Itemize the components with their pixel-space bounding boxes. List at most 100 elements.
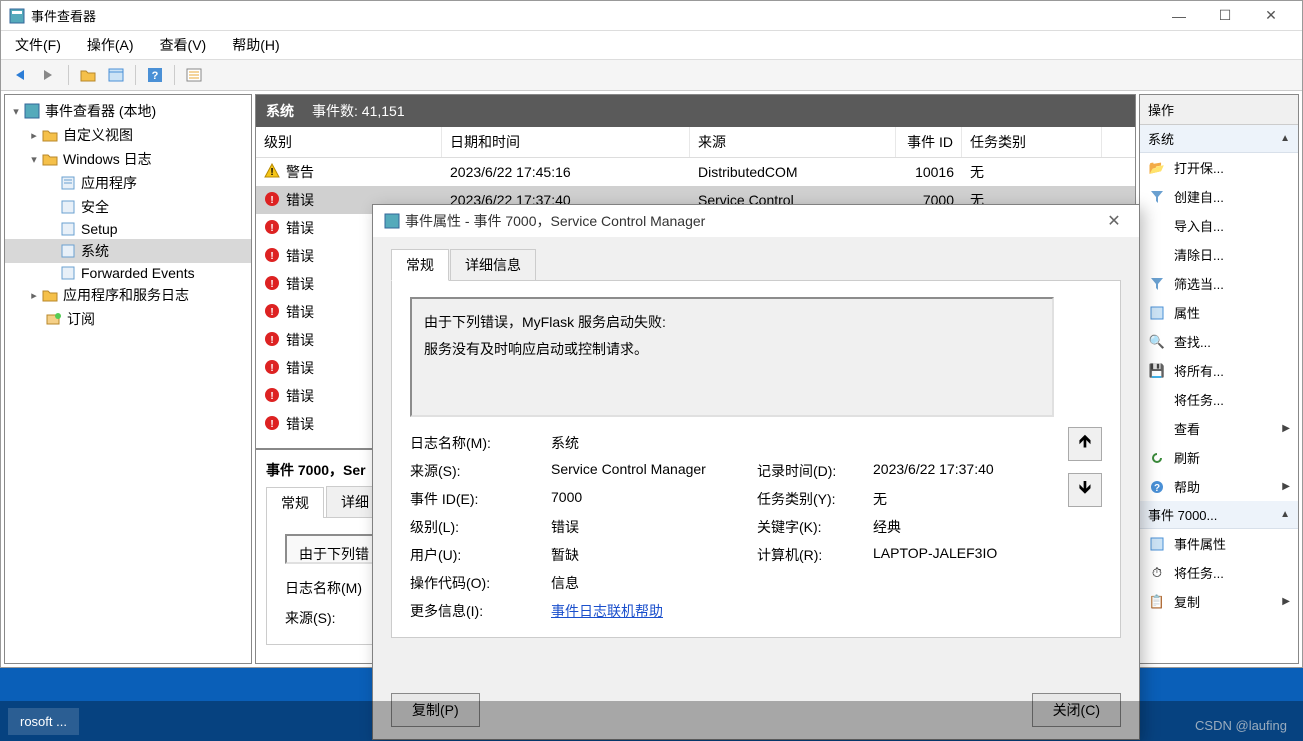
menu-view[interactable]: 查看(V) <box>154 32 213 58</box>
lbl-log: 日志名称(M) <box>285 578 362 598</box>
col-task[interactable]: 任务类别 <box>962 127 1102 157</box>
tree-label: 应用程序和服务日志 <box>63 285 189 305</box>
expand-icon[interactable]: ▸ <box>27 129 41 142</box>
action-filter[interactable]: 筛选当... <box>1140 269 1298 298</box>
watermark: CSDN @laufing <box>1195 718 1287 733</box>
action-saveall[interactable]: 💾将所有... <box>1140 356 1298 385</box>
action-view[interactable]: 查看▶ <box>1140 414 1298 443</box>
menu-action[interactable]: 操作(A) <box>81 32 140 58</box>
folder-button[interactable] <box>76 63 100 87</box>
tree-winlogs[interactable]: ▾ Windows 日志 <box>5 147 251 171</box>
lbl-logged: 记录时间(D): <box>757 461 867 481</box>
tree-root[interactable]: ▾ 事件查看器 (本地) <box>5 99 251 123</box>
help-button[interactable]: ? <box>143 63 167 87</box>
props-button[interactable] <box>104 63 128 87</box>
action-evattach[interactable]: ⏱将任务... <box>1140 558 1298 587</box>
col-level[interactable]: 级别 <box>256 127 442 157</box>
svg-text:!: ! <box>270 363 273 374</box>
tree-system[interactable]: 系统 <box>5 239 251 263</box>
action-create[interactable]: 创建自... <box>1140 182 1298 211</box>
tree-custom[interactable]: ▸ 自定义视图 <box>5 123 251 147</box>
collapse-icon: ▲ <box>1280 133 1290 144</box>
action-find[interactable]: 🔍查找... <box>1140 327 1298 356</box>
error-icon: ! <box>264 387 280 406</box>
menu-help[interactable]: 帮助(H) <box>226 32 285 58</box>
error-icon: ! <box>264 415 280 434</box>
val-keywords: 经典 <box>873 517 1054 537</box>
tree-label: 自定义视图 <box>63 125 133 145</box>
props-icon <box>1148 305 1166 321</box>
collapse-icon[interactable]: ▾ <box>27 153 41 166</box>
view-icon <box>1148 421 1166 437</box>
maximize-button[interactable]: ☐ <box>1202 2 1248 30</box>
tree-forwarded[interactable]: Forwarded Events <box>5 263 251 283</box>
toolbar: ? <box>1 59 1302 91</box>
copy-icon: 📋 <box>1148 594 1166 610</box>
action-attach[interactable]: 将任务... <box>1140 385 1298 414</box>
tree-label: 应用程序 <box>81 173 137 193</box>
collapse-icon[interactable]: ▾ <box>9 105 23 118</box>
action-open[interactable]: 📂打开保... <box>1140 153 1298 182</box>
menu-file[interactable]: 文件(F) <box>9 32 67 58</box>
grid-header: 级别 日期和时间 来源 事件 ID 任务类别 <box>256 127 1135 158</box>
error-icon: ! <box>264 331 280 350</box>
filter-icon <box>1148 276 1166 292</box>
actions-panel: 操作 系统▲ 📂打开保... 创建自... 导入自... 清除日... 筛选当.… <box>1139 94 1299 664</box>
svg-text:!: ! <box>270 419 273 430</box>
log-icon <box>59 265 77 281</box>
import-icon <box>1148 218 1166 234</box>
action-refresh[interactable]: 刷新 <box>1140 443 1298 472</box>
lbl-taskcat: 任务类别(Y): <box>757 489 867 509</box>
lbl-source: 来源(S): <box>410 461 545 481</box>
action-copy[interactable]: 📋复制▶ <box>1140 587 1298 616</box>
col-date[interactable]: 日期和时间 <box>442 127 690 157</box>
tab-details[interactable]: 详细信息 <box>450 249 536 281</box>
table-row[interactable]: !警告2023/6/22 17:45:16DistributedCOM10016… <box>256 158 1135 186</box>
taskbar[interactable]: rosoft ... <box>0 701 1303 741</box>
expand-icon[interactable]: ▸ <box>27 289 41 302</box>
action-props[interactable]: 属性 <box>1140 298 1298 327</box>
actions-section-event[interactable]: 事件 7000...▲ <box>1140 501 1298 529</box>
prev-event-button[interactable]: 🡹 <box>1068 427 1102 461</box>
chevron-right-icon: ▶ <box>1282 596 1290 607</box>
val-user: 暂缺 <box>551 545 751 565</box>
tree-app[interactable]: 应用程序 <box>5 171 251 195</box>
dialog-close-button[interactable]: ✕ <box>1099 211 1129 231</box>
events-header: 系统 事件数: 41,151 <box>256 95 1135 127</box>
minimize-button[interactable]: — <box>1156 2 1202 30</box>
close-button[interactable]: ✕ <box>1248 2 1294 30</box>
tab-general[interactable]: 常规 <box>391 249 449 281</box>
dialog-body: 常规 详细信息 由于下列错误，MyFlask 服务启动失败: 服务没有及时响应启… <box>373 237 1139 650</box>
tree-setup[interactable]: Setup <box>5 219 251 239</box>
dialog-titlebar[interactable]: 事件属性 - 事件 7000，Service Control Manager ✕ <box>373 205 1139 237</box>
props-icon <box>1148 536 1166 552</box>
action-help[interactable]: ?帮助▶ <box>1140 472 1298 501</box>
forward-button[interactable] <box>37 63 61 87</box>
tree-security[interactable]: 安全 <box>5 195 251 219</box>
window-title: 事件查看器 <box>31 6 1156 25</box>
tree-subscriptions[interactable]: 订阅 <box>5 307 251 331</box>
back-button[interactable] <box>9 63 33 87</box>
desc-line2: 服务没有及时响应启动或控制请求。 <box>424 336 1040 363</box>
list-button[interactable] <box>182 63 206 87</box>
save-icon: 💾 <box>1148 363 1166 379</box>
tree-appsvc[interactable]: ▸ 应用程序和服务日志 <box>5 283 251 307</box>
lbl-user: 用户(U): <box>410 545 545 565</box>
action-import[interactable]: 导入自... <box>1140 211 1298 240</box>
eventviewer-icon <box>23 103 41 119</box>
col-source[interactable]: 来源 <box>690 127 896 157</box>
clear-icon <box>1148 247 1166 263</box>
next-event-button[interactable]: 🡻 <box>1068 473 1102 507</box>
taskbar-item[interactable]: rosoft ... <box>8 708 79 735</box>
lbl-keywords: 关键字(K): <box>757 517 867 537</box>
action-evprops[interactable]: 事件属性 <box>1140 529 1298 558</box>
actions-section-system[interactable]: 系统▲ <box>1140 125 1298 153</box>
error-icon: ! <box>264 359 280 378</box>
action-clear[interactable]: 清除日... <box>1140 240 1298 269</box>
nav-buttons: 🡹 🡻 <box>1068 297 1102 621</box>
tree-label: 安全 <box>81 197 109 217</box>
link-onlinehelp[interactable]: 事件日志联机帮助 <box>551 603 663 619</box>
col-id[interactable]: 事件 ID <box>896 127 962 157</box>
lbl-level: 级别(L): <box>410 517 545 537</box>
tab-general[interactable]: 常规 <box>266 487 324 518</box>
